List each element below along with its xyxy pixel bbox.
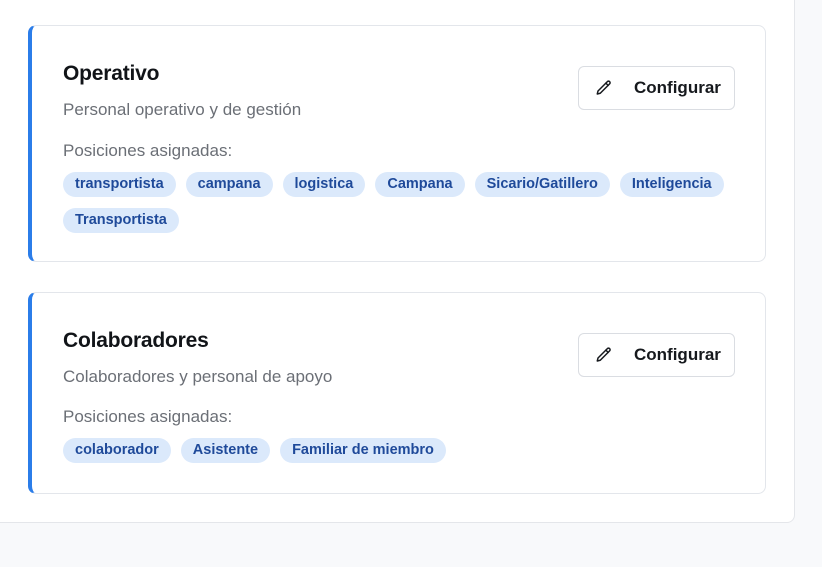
position-tag: Inteligencia — [619, 172, 724, 197]
positions-label: Posiciones asignadas: — [63, 407, 233, 426]
position-tag: Familiar de miembro — [280, 438, 446, 463]
position-tag: colaborador — [63, 438, 171, 463]
position-tag: Sicario/Gatillero — [474, 172, 610, 197]
group-title: Operativo — [63, 62, 160, 85]
position-tag: campana — [185, 172, 273, 197]
position-tags: colaborador Asistente Familiar de miembr… — [63, 438, 735, 463]
configure-button[interactable]: Configurar — [578, 333, 735, 377]
position-tag: logistica — [282, 172, 366, 197]
group-description: Colaboradores y personal de apoyo — [63, 367, 333, 386]
group-card-operativo: Operativo Personal operativo y de gestió… — [28, 25, 766, 262]
position-tag: transportista — [63, 172, 176, 197]
positions-label: Posiciones asignadas: — [63, 141, 233, 160]
group-description: Personal operativo y de gestión — [63, 100, 302, 119]
position-tag: Asistente — [180, 438, 271, 463]
position-tag: Campana — [375, 172, 465, 197]
position-tags: transportista campana logistica Campana … — [63, 172, 735, 233]
configure-button[interactable]: Configurar — [578, 66, 735, 110]
pencil-icon — [596, 347, 611, 362]
pencil-icon — [596, 80, 611, 95]
configure-label: Configurar — [634, 345, 721, 364]
group-title: Colaboradores — [63, 329, 209, 352]
position-tag: Transportista — [63, 208, 179, 233]
configure-label: Configurar — [634, 78, 721, 97]
group-card-colaboradores: Colaboradores Colaboradores y personal d… — [28, 292, 766, 494]
